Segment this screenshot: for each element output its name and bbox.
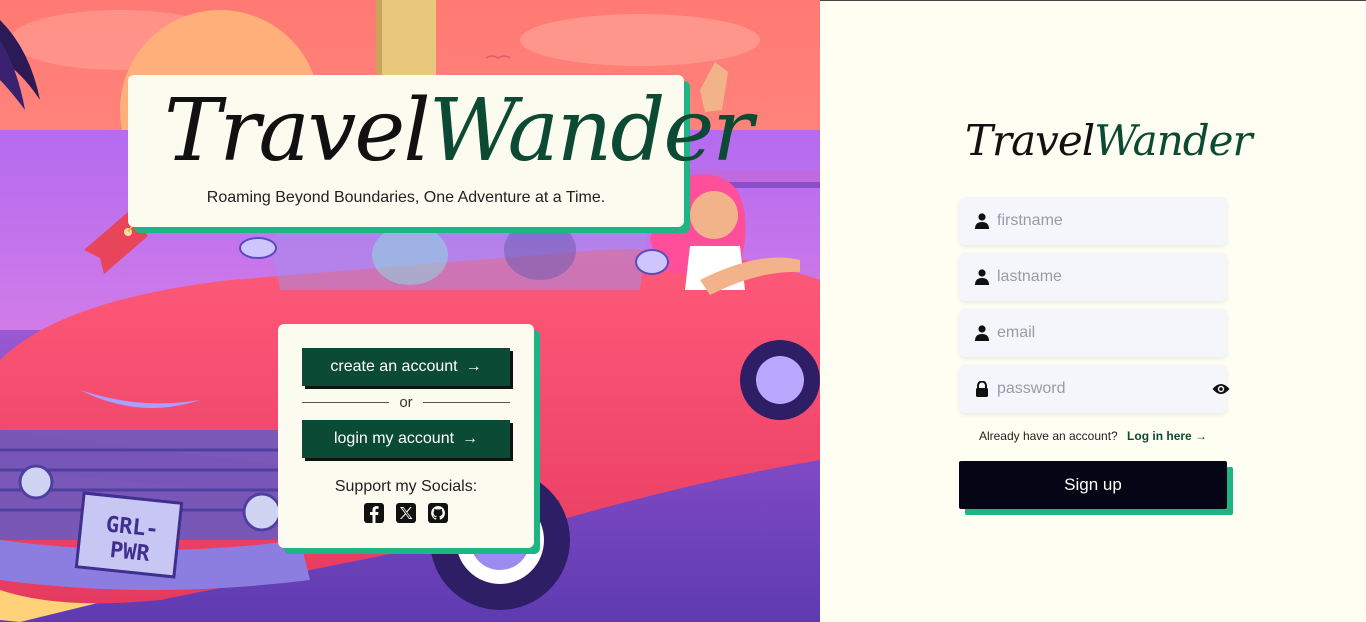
hero-illustration: GRL-PWR TravelWander Roaming Beyond Boun… (0, 0, 820, 622)
login-account-button[interactable]: login my account → (302, 420, 510, 458)
github-icon[interactable] (427, 502, 449, 524)
firstname-input[interactable] (997, 212, 1213, 230)
lock-icon (976, 381, 988, 397)
brand-tagline: Roaming Beyond Boundaries, One Adventure… (206, 189, 606, 206)
password-input[interactable] (997, 380, 1204, 398)
logo-wander-text: Wander (428, 81, 754, 181)
brand-card: TravelWander Roaming Beyond Boundaries, … (128, 75, 753, 227)
email-input[interactable] (997, 324, 1213, 342)
action-card: create an account → or login my account … (278, 324, 534, 548)
or-divider: or (302, 394, 510, 411)
divider-line-left (302, 402, 390, 403)
brand-logo-small: TravelWander (965, 111, 1253, 171)
have-account-text: Already have an account? (978, 429, 1118, 443)
create-account-label: create an account (330, 358, 458, 375)
logo-travel-text: Travel (164, 81, 431, 181)
facebook-icon[interactable] (363, 502, 385, 524)
create-account-button[interactable]: create an account → (302, 348, 510, 386)
lastname-input[interactable] (997, 268, 1213, 286)
user-icon (975, 269, 989, 285)
or-label: or (399, 394, 413, 411)
license-plate-text: GRL-PWR (104, 512, 160, 567)
signup-panel: TravelWander Already have an account? Lo… (820, 0, 1366, 622)
login-account-label: login my account (333, 430, 455, 447)
email-field (959, 309, 1227, 357)
user-icon (975, 325, 989, 341)
logo-wander-text: Wander (1094, 116, 1252, 165)
password-field (959, 365, 1230, 413)
have-account-row: Already have an account? Log in here → (959, 429, 1227, 443)
sign-up-button[interactable]: Sign up (959, 461, 1227, 509)
social-links (278, 502, 534, 524)
arrow-right-icon: → (462, 430, 479, 447)
brand-logo-large: TravelWander (164, 81, 754, 181)
x-icon[interactable] (395, 502, 417, 524)
user-icon (975, 213, 989, 229)
arrow-right-icon: → (465, 358, 482, 375)
lastname-field (959, 253, 1227, 301)
logo-travel-text: Travel (965, 116, 1095, 165)
eye-icon[interactable] (1212, 382, 1230, 396)
support-socials-label: Support my Socials: (334, 478, 478, 495)
divider-line-right (422, 402, 510, 403)
firstname-field (959, 197, 1227, 245)
login-link[interactable]: Log in here → (1127, 429, 1207, 443)
